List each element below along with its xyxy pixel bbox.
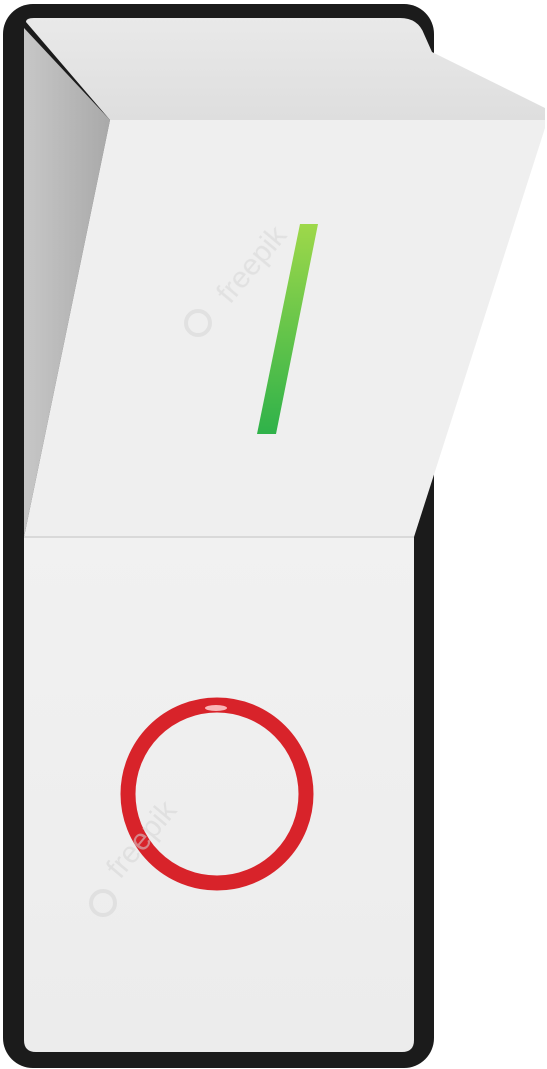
rocker-switch-illustration: freepik freepik (0, 0, 547, 1069)
rocker-switch[interactable]: freepik freepik (0, 0, 547, 1069)
lower-face (24, 537, 414, 1052)
off-ring-highlight (205, 705, 227, 711)
rocker-top-bevel (26, 18, 545, 120)
